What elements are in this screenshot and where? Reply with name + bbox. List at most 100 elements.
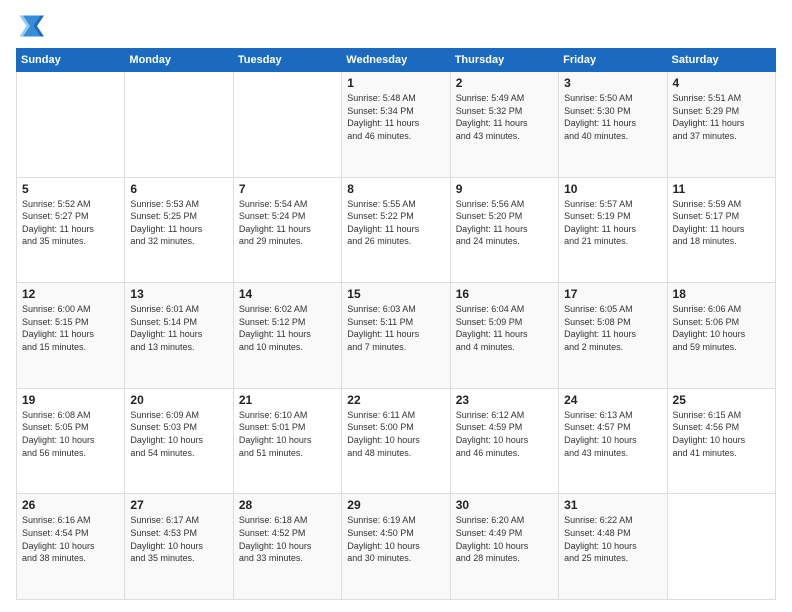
header: [16, 12, 776, 40]
calendar-cell: 8 Sunrise: 5:55 AM Sunset: 5:22 PM Daylig…: [342, 177, 450, 283]
day-info: Sunrise: 6:02 AM Sunset: 5:12 PM Dayligh…: [239, 303, 336, 353]
day-info: Sunrise: 6:08 AM Sunset: 5:05 PM Dayligh…: [22, 409, 119, 459]
calendar: SundayMondayTuesdayWednesdayThursdayFrid…: [16, 48, 776, 600]
day-info: Sunrise: 5:56 AM Sunset: 5:20 PM Dayligh…: [456, 198, 553, 248]
day-number: 15: [347, 287, 444, 301]
day-number: 31: [564, 498, 661, 512]
day-number: 12: [22, 287, 119, 301]
day-of-week-header: Tuesday: [233, 49, 341, 72]
day-number: 18: [673, 287, 770, 301]
day-info: Sunrise: 5:51 AM Sunset: 5:29 PM Dayligh…: [673, 92, 770, 142]
day-number: 30: [456, 498, 553, 512]
day-number: 13: [130, 287, 227, 301]
day-info: Sunrise: 6:13 AM Sunset: 4:57 PM Dayligh…: [564, 409, 661, 459]
calendar-week-row: 12 Sunrise: 6:00 AM Sunset: 5:15 PM Dayli…: [17, 283, 776, 389]
day-of-week-header: Saturday: [667, 49, 775, 72]
calendar-header-row: SundayMondayTuesdayWednesdayThursdayFrid…: [17, 49, 776, 72]
page: SundayMondayTuesdayWednesdayThursdayFrid…: [0, 0, 792, 612]
day-number: 5: [22, 182, 119, 196]
calendar-week-row: 5 Sunrise: 5:52 AM Sunset: 5:27 PM Daylig…: [17, 177, 776, 283]
day-number: 8: [347, 182, 444, 196]
calendar-cell: 4Sunrise: 5:51 AM Sunset: 5:29 PM Daylig…: [667, 72, 775, 178]
calendar-cell: 27Sunrise: 6:17 AM Sunset: 4:53 PM Dayli…: [125, 494, 233, 600]
day-info: Sunrise: 6:18 AM Sunset: 4:52 PM Dayligh…: [239, 514, 336, 564]
day-info: Sunrise: 6:00 AM Sunset: 5:15 PM Dayligh…: [22, 303, 119, 353]
day-info: Sunrise: 5:59 AM Sunset: 5:17 PM Dayligh…: [673, 198, 770, 248]
calendar-cell: 19 Sunrise: 6:08 AM Sunset: 5:05 PM Dayli…: [17, 388, 125, 494]
day-info: Sunrise: 6:20 AM Sunset: 4:49 PM Dayligh…: [456, 514, 553, 564]
day-info: Sunrise: 5:52 AM Sunset: 5:27 PM Dayligh…: [22, 198, 119, 248]
calendar-cell: 29Sunrise: 6:19 AM Sunset: 4:50 PM Dayli…: [342, 494, 450, 600]
day-number: 3: [564, 76, 661, 90]
logo: [16, 12, 48, 40]
day-of-week-header: Monday: [125, 49, 233, 72]
calendar-cell: 2 Sunrise: 5:49 AM Sunset: 5:32 PM Daylig…: [450, 72, 558, 178]
calendar-cell: 28 Sunrise: 6:18 AM Sunset: 4:52 PM Dayli…: [233, 494, 341, 600]
calendar-cell: 31 Sunrise: 6:22 AM Sunset: 4:48 PM Dayli…: [559, 494, 667, 600]
calendar-week-row: 19 Sunrise: 6:08 AM Sunset: 5:05 PM Dayli…: [17, 388, 776, 494]
logo-icon: [16, 12, 44, 40]
day-number: 27: [130, 498, 227, 512]
calendar-cell: [667, 494, 775, 600]
day-info: Sunrise: 6:09 AM Sunset: 5:03 PM Dayligh…: [130, 409, 227, 459]
day-number: 22: [347, 393, 444, 407]
day-of-week-header: Thursday: [450, 49, 558, 72]
calendar-week-row: 26 Sunrise: 6:16 AM Sunset: 4:54 PM Dayli…: [17, 494, 776, 600]
day-number: 19: [22, 393, 119, 407]
calendar-cell: 23 Sunrise: 6:12 AM Sunset: 4:59 PM Dayli…: [450, 388, 558, 494]
day-info: Sunrise: 6:19 AM Sunset: 4:50 PM Dayligh…: [347, 514, 444, 564]
day-number: 7: [239, 182, 336, 196]
calendar-cell: 13Sunrise: 6:01 AM Sunset: 5:14 PM Dayli…: [125, 283, 233, 389]
calendar-cell: 21Sunrise: 6:10 AM Sunset: 5:01 PM Dayli…: [233, 388, 341, 494]
calendar-cell: 12 Sunrise: 6:00 AM Sunset: 5:15 PM Dayli…: [17, 283, 125, 389]
calendar-cell: 22 Sunrise: 6:11 AM Sunset: 5:00 PM Dayli…: [342, 388, 450, 494]
day-number: 21: [239, 393, 336, 407]
day-info: Sunrise: 6:12 AM Sunset: 4:59 PM Dayligh…: [456, 409, 553, 459]
calendar-cell: 5 Sunrise: 5:52 AM Sunset: 5:27 PM Daylig…: [17, 177, 125, 283]
day-number: 25: [673, 393, 770, 407]
calendar-cell: 1 Sunrise: 5:48 AM Sunset: 5:34 PM Daylig…: [342, 72, 450, 178]
day-info: Sunrise: 6:03 AM Sunset: 5:11 PM Dayligh…: [347, 303, 444, 353]
day-of-week-header: Wednesday: [342, 49, 450, 72]
day-number: 14: [239, 287, 336, 301]
day-number: 9: [456, 182, 553, 196]
day-info: Sunrise: 5:57 AM Sunset: 5:19 PM Dayligh…: [564, 198, 661, 248]
calendar-cell: 18 Sunrise: 6:06 AM Sunset: 5:06 PM Dayli…: [667, 283, 775, 389]
calendar-cell: 25Sunrise: 6:15 AM Sunset: 4:56 PM Dayli…: [667, 388, 775, 494]
calendar-cell: 10Sunrise: 5:57 AM Sunset: 5:19 PM Dayli…: [559, 177, 667, 283]
day-info: Sunrise: 5:54 AM Sunset: 5:24 PM Dayligh…: [239, 198, 336, 248]
day-info: Sunrise: 6:11 AM Sunset: 5:00 PM Dayligh…: [347, 409, 444, 459]
day-info: Sunrise: 5:55 AM Sunset: 5:22 PM Dayligh…: [347, 198, 444, 248]
day-number: 28: [239, 498, 336, 512]
day-number: 1: [347, 76, 444, 90]
day-info: Sunrise: 6:04 AM Sunset: 5:09 PM Dayligh…: [456, 303, 553, 353]
day-number: 20: [130, 393, 227, 407]
calendar-cell: 30 Sunrise: 6:20 AM Sunset: 4:49 PM Dayli…: [450, 494, 558, 600]
calendar-cell: 17Sunrise: 6:05 AM Sunset: 5:08 PM Dayli…: [559, 283, 667, 389]
day-info: Sunrise: 6:05 AM Sunset: 5:08 PM Dayligh…: [564, 303, 661, 353]
calendar-cell: 9 Sunrise: 5:56 AM Sunset: 5:20 PM Daylig…: [450, 177, 558, 283]
calendar-cell: [233, 72, 341, 178]
day-info: Sunrise: 6:06 AM Sunset: 5:06 PM Dayligh…: [673, 303, 770, 353]
calendar-cell: 26 Sunrise: 6:16 AM Sunset: 4:54 PM Dayli…: [17, 494, 125, 600]
day-number: 24: [564, 393, 661, 407]
calendar-cell: 14 Sunrise: 6:02 AM Sunset: 5:12 PM Dayli…: [233, 283, 341, 389]
calendar-cell: [17, 72, 125, 178]
day-info: Sunrise: 6:16 AM Sunset: 4:54 PM Dayligh…: [22, 514, 119, 564]
day-info: Sunrise: 5:53 AM Sunset: 5:25 PM Dayligh…: [130, 198, 227, 248]
calendar-cell: 20 Sunrise: 6:09 AM Sunset: 5:03 PM Dayli…: [125, 388, 233, 494]
day-number: 16: [456, 287, 553, 301]
day-info: Sunrise: 6:22 AM Sunset: 4:48 PM Dayligh…: [564, 514, 661, 564]
day-info: Sunrise: 5:48 AM Sunset: 5:34 PM Dayligh…: [347, 92, 444, 142]
day-info: Sunrise: 5:50 AM Sunset: 5:30 PM Dayligh…: [564, 92, 661, 142]
calendar-cell: 24 Sunrise: 6:13 AM Sunset: 4:57 PM Dayli…: [559, 388, 667, 494]
calendar-week-row: 1 Sunrise: 5:48 AM Sunset: 5:34 PM Daylig…: [17, 72, 776, 178]
day-number: 11: [673, 182, 770, 196]
day-number: 6: [130, 182, 227, 196]
day-number: 2: [456, 76, 553, 90]
calendar-cell: 7 Sunrise: 5:54 AM Sunset: 5:24 PM Daylig…: [233, 177, 341, 283]
day-number: 23: [456, 393, 553, 407]
day-info: Sunrise: 5:49 AM Sunset: 5:32 PM Dayligh…: [456, 92, 553, 142]
calendar-cell: 3 Sunrise: 5:50 AM Sunset: 5:30 PM Daylig…: [559, 72, 667, 178]
day-number: 26: [22, 498, 119, 512]
